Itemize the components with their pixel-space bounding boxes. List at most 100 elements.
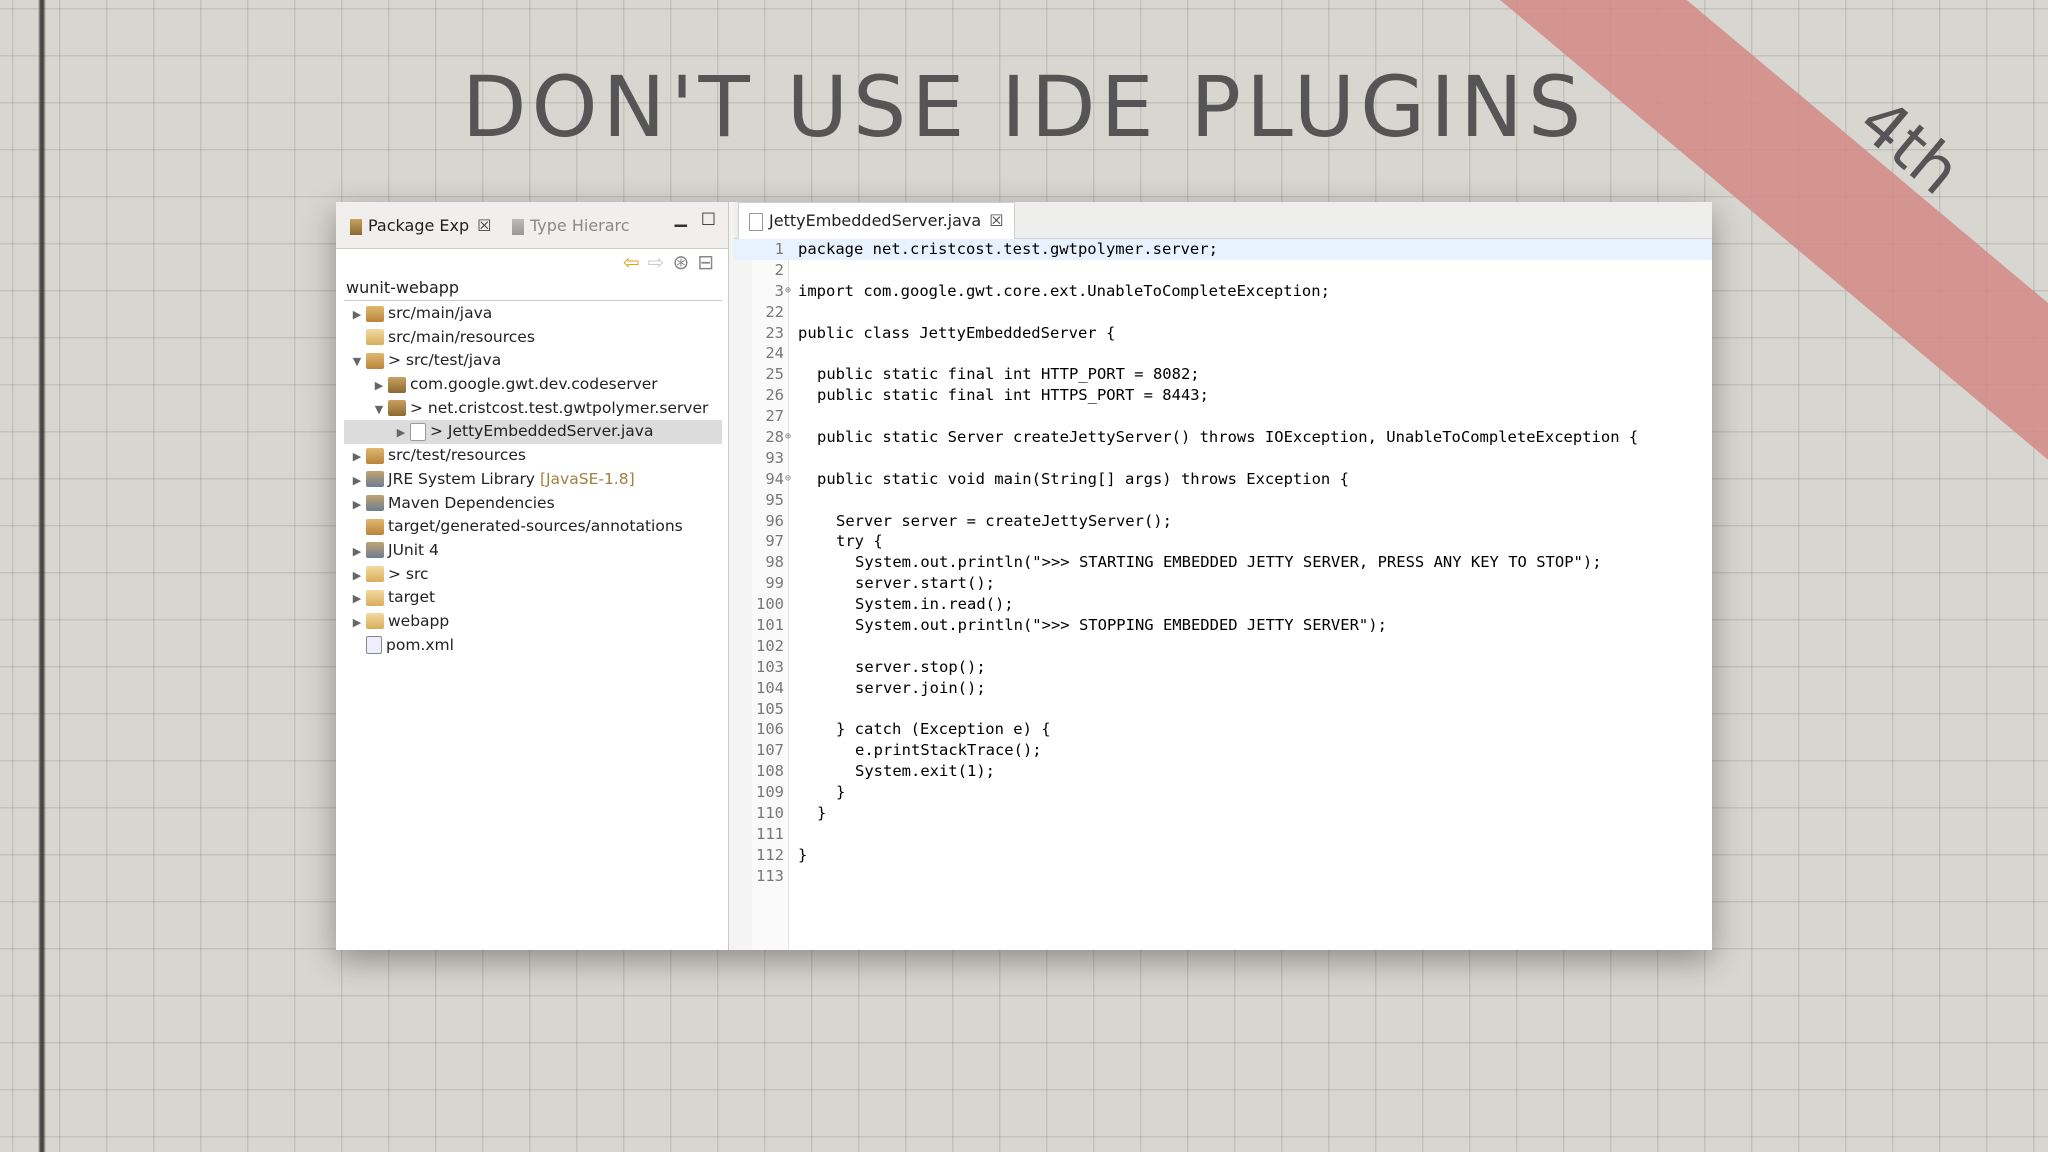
expand-arrow-icon[interactable]: ▶	[350, 469, 364, 493]
collapse-arrow-icon[interactable]: ▼	[350, 350, 364, 374]
code-area[interactable]: 1 package net.cristcost.test.gwtpolymer.s…	[734, 239, 1712, 887]
fold-expand-icon[interactable]: ⊕	[785, 281, 791, 302]
tree-item-label: > src/test/java	[388, 351, 502, 370]
project-name[interactable]: wunit-webapp	[346, 278, 459, 297]
tab-label: Package Exp	[368, 216, 470, 235]
code-line: 94 ⊖ public static void main(String[] args…	[734, 469, 1712, 490]
line-number: 109	[756, 783, 784, 802]
collapse-arrow-icon[interactable]: ▼	[372, 398, 386, 422]
source-folder-icon	[366, 518, 384, 535]
code-text: package net.cristcost.test.gwtpolymer.se…	[798, 240, 1218, 258]
line-number: 24	[765, 344, 784, 363]
tree-item[interactable]: ▶ JUnit 4	[344, 539, 722, 563]
tree-item[interactable]: ▼ > src/test/java	[344, 349, 722, 373]
code-line: 98 System.out.println(">>> STARTING EMBED…	[734, 552, 1712, 573]
fold-collapse-icon[interactable]: ⊖	[785, 469, 791, 490]
expand-arrow-icon[interactable]: ▶	[350, 587, 364, 611]
java-file-icon	[749, 212, 763, 231]
code-text: public static Server createJettyServer()…	[817, 428, 1639, 447]
tree-item-label: JUnit 4	[388, 540, 439, 559]
expand-arrow-icon[interactable]: ▶	[350, 540, 364, 564]
expand-arrow-icon[interactable]: ▶	[350, 564, 364, 588]
expand-arrow-icon[interactable]: ▶	[350, 303, 364, 327]
tree-item[interactable]: ▶ target	[344, 586, 722, 610]
tree-item-selected[interactable]: ▶ > JettyEmbeddedServer.java	[344, 420, 722, 445]
code-text: public class JettyEmbeddedServer {	[798, 323, 1116, 342]
line-number: 107	[756, 741, 784, 760]
tree-item[interactable]: ▶ JRE System Library [JavaSE-1.8]	[344, 468, 722, 492]
line-number: 111	[756, 824, 784, 843]
code-text: public static final int HTTPS_PORT = 844…	[817, 386, 1209, 405]
code-line: 96 Server server = createJettyServer();	[734, 511, 1712, 532]
folder-icon	[366, 589, 384, 606]
left-tab-bar: Package Exp ☒ Type Hierarc ▁ □	[336, 202, 728, 249]
tab-jetty-embedded-server[interactable]: JettyEmbeddedServer.java ☒	[738, 202, 1015, 239]
tree-item-label: target	[388, 588, 436, 607]
code-line: 97 try {	[734, 531, 1712, 552]
code-line: 105	[734, 699, 1712, 720]
expand-arrow-icon[interactable]: ▶	[372, 374, 386, 398]
line-number: 94	[765, 469, 784, 488]
tree-item[interactable]: ▶ webapp	[344, 610, 722, 634]
code-line: 108 System.exit(1);	[734, 761, 1712, 782]
code-text: System.exit(1);	[855, 762, 995, 781]
code-line: 106} catch (Exception e) {	[734, 719, 1712, 740]
code-line: 25 public static final int HTTP_PORT = 80…	[734, 364, 1712, 385]
code-text: server.stop();	[855, 657, 986, 676]
link-editor-icon[interactable]: ⊛	[672, 250, 689, 274]
tree-item-label: src/main/java	[388, 304, 493, 322]
tree-item-label: webapp	[388, 611, 450, 630]
tree-item[interactable]: ▶ > src	[344, 563, 722, 587]
xml-file-icon	[366, 636, 382, 655]
code-text: System.in.read();	[855, 595, 1014, 614]
line-number: 101	[756, 616, 784, 635]
line-number: 3	[774, 281, 784, 300]
line-number: 1	[774, 240, 784, 258]
tree-item[interactable]: ▶ com.google.gwt.dev.codeserver	[344, 373, 722, 397]
expand-arrow-icon[interactable]: ▶	[394, 421, 408, 445]
editor-pane: JettyEmbeddedServer.java ☒ 1 package net.c…	[734, 202, 1712, 950]
code-line: 22	[734, 302, 1712, 323]
tree-item[interactable]: ▶ src/test/resources	[344, 444, 722, 468]
maximize-icon[interactable]: □	[701, 208, 716, 227]
tab-type-hierarchy[interactable]: Type Hierarc	[512, 214, 630, 238]
line-number: 104	[756, 678, 784, 697]
package-explorer-icon	[350, 218, 362, 235]
line-number: 95	[765, 490, 784, 509]
tree-item-label: com.google.gwt.dev.codeserver	[410, 375, 658, 394]
tree-item[interactable]: src/main/resources	[344, 326, 722, 350]
tab-package-explorer[interactable]: Package Exp ☒	[350, 214, 491, 238]
line-number: 25	[765, 365, 784, 384]
code-text: Server server = createJettyServer();	[836, 511, 1172, 530]
fold-expand-icon[interactable]: ⊕	[785, 427, 791, 448]
tree-item[interactable]: ▼ > net.cristcost.test.gwtpolymer.server	[344, 397, 722, 421]
code-line: 111	[734, 824, 1712, 845]
tree-item-label: > src	[388, 564, 429, 583]
expand-arrow-icon[interactable]: ▶	[350, 445, 364, 469]
line-number: 100	[756, 595, 784, 614]
line-number: 102	[756, 636, 784, 655]
tree-item[interactable]: ▶ Maven Dependencies	[344, 492, 722, 516]
line-number: 26	[765, 386, 784, 405]
close-icon[interactable]: ☒	[477, 214, 491, 238]
tree-item[interactable]: ▶ src/main/java	[344, 302, 722, 326]
collapse-all-icon[interactable]: ⊟	[697, 250, 714, 274]
source-folder-icon	[366, 447, 384, 464]
slide-title: DON'T USE IDE PLUGINS	[461, 58, 1587, 156]
forward-arrow-icon[interactable]: ⇨	[648, 250, 665, 274]
expand-arrow-icon[interactable]: ▶	[350, 611, 364, 635]
code-line: 100 System.in.read();	[734, 594, 1712, 615]
back-arrow-icon[interactable]: ⇦	[623, 250, 640, 274]
close-icon[interactable]: ☒	[989, 203, 1003, 239]
line-number: 97	[765, 532, 784, 551]
notebook-margin-line	[38, 0, 46, 1152]
code-line: 24	[734, 343, 1712, 364]
tree-item[interactable]: target/generated-sources/annotations	[344, 515, 722, 539]
code-line: 101 System.out.println(">>> STOPPING EMBE…	[734, 615, 1712, 636]
tree-item[interactable]: pom.xml	[344, 634, 722, 658]
library-icon	[366, 542, 384, 559]
line-number: 113	[756, 866, 784, 885]
code-line: 109}	[734, 782, 1712, 803]
minimize-icon[interactable]: ▁	[675, 208, 687, 227]
expand-arrow-icon[interactable]: ▶	[350, 493, 364, 517]
